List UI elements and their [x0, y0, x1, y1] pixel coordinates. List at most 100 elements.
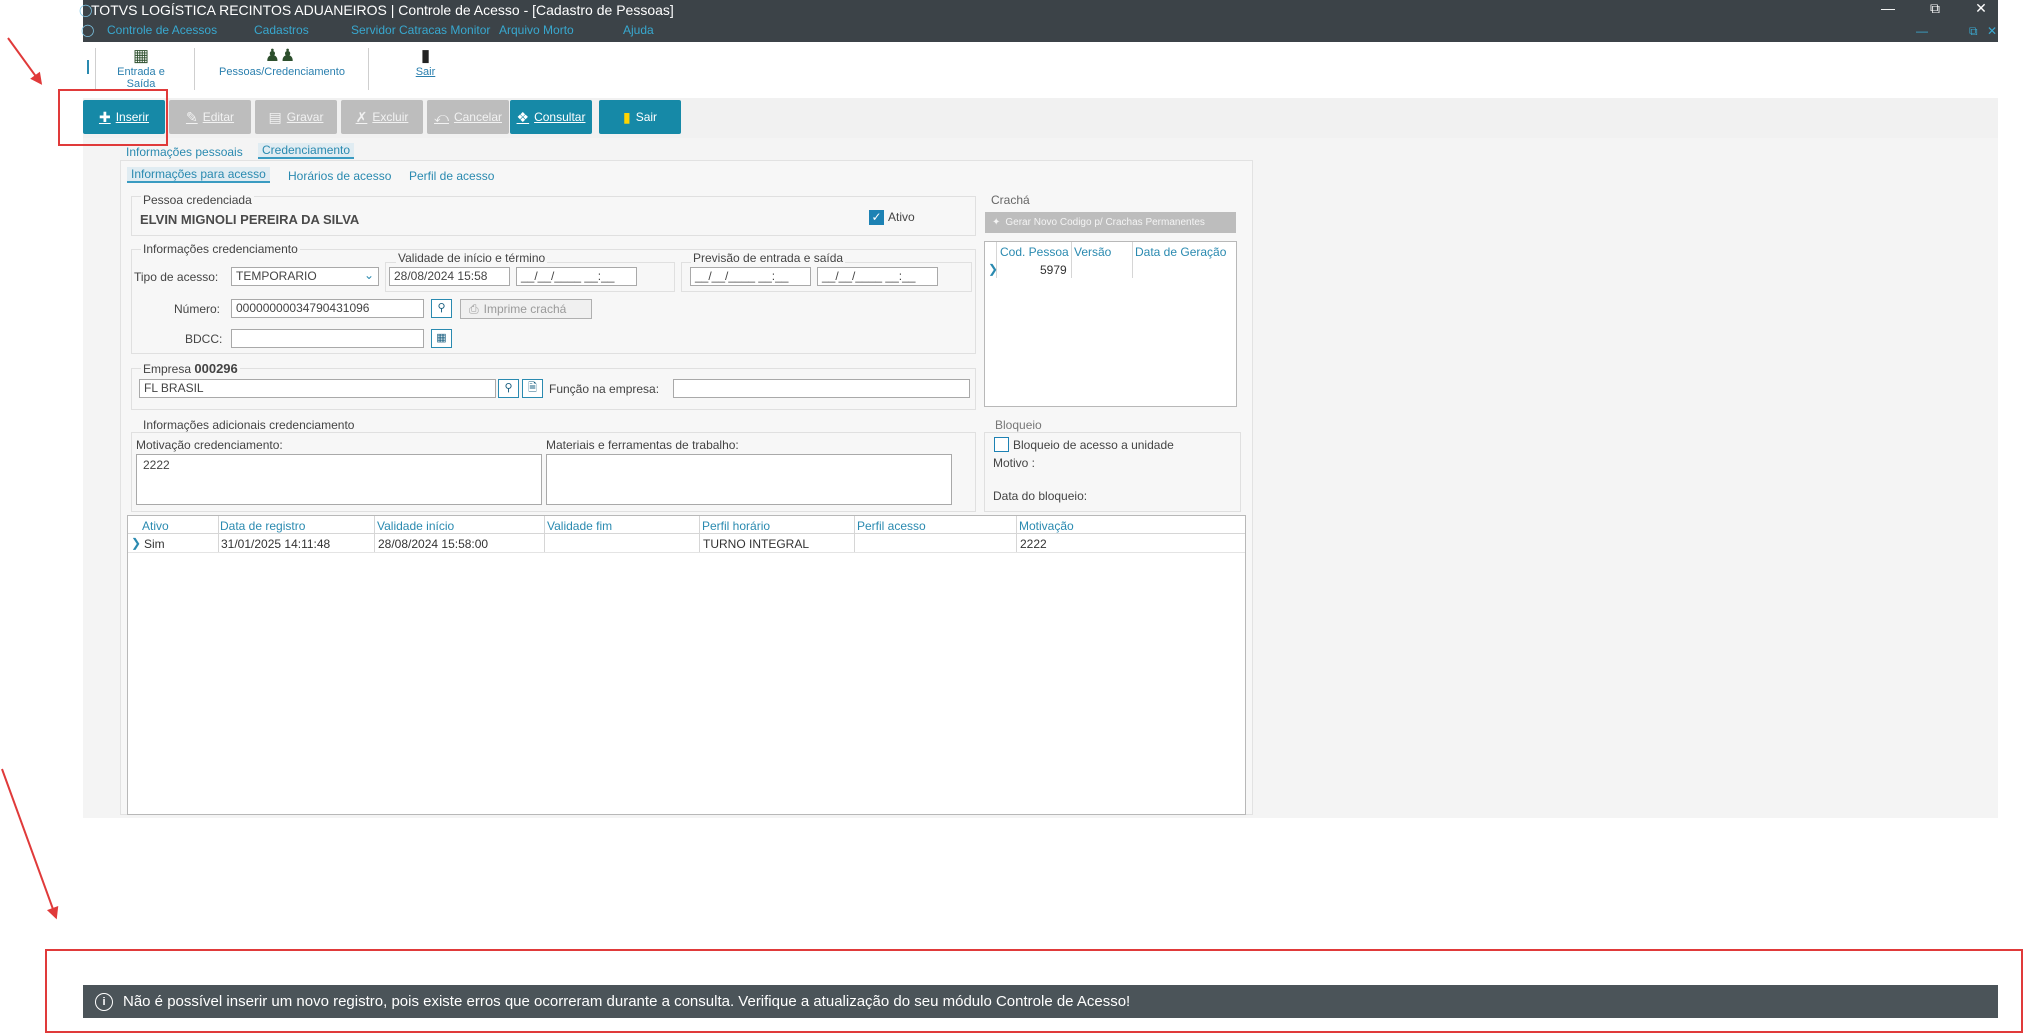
cancelar-button[interactable]: ⤺ Cancelar: [427, 100, 509, 134]
numero-input[interactable]: 00000000034790431096: [231, 299, 424, 318]
previsao-label: Previsão de entrada e saída: [691, 251, 846, 265]
menu-cadastros[interactable]: Cadastros: [254, 23, 309, 37]
tab-credenciamento[interactable]: Credenciamento: [258, 143, 355, 159]
validade-inicio-input[interactable]: 28/08/2024 15:58: [389, 267, 510, 286]
sair-button[interactable]: ▮ Sair: [599, 100, 681, 134]
historico-row-data-registro[interactable]: 31/01/2025 14:11:48: [221, 537, 330, 551]
empresa-nome-input[interactable]: FL BRASIL: [139, 379, 496, 398]
grid-divider: [854, 516, 855, 552]
cracha-grid: [984, 241, 1237, 407]
minimize-icon[interactable]: —: [1868, 0, 1908, 16]
action-bar: ✚ Inserir ✎ Editar ▤ Gravar ✗ Excluir ⤺ Cance…: [83, 98, 1998, 138]
imprime-cracha-button[interactable]: ⎙ Imprime crachá: [460, 299, 592, 319]
menu-controle-acessos[interactable]: Controle de Acessos: [107, 23, 217, 37]
menu-servidor-catracas[interactable]: Servidor Catracas Monitor: [351, 23, 490, 37]
editar-button[interactable]: ✎ Editar: [169, 100, 251, 134]
cracha-col-data: Data de Geração: [1135, 245, 1227, 259]
bdcc-input[interactable]: [231, 329, 424, 348]
consultar-button[interactable]: ❖ Consultar: [510, 100, 592, 134]
tipo-acesso-select[interactable]: TEMPORARIO ⌄: [231, 267, 379, 286]
grid-divider: [218, 516, 219, 552]
bloqueio-checkbox[interactable]: [994, 437, 1009, 452]
annotation-box-inserir: [58, 89, 168, 146]
excluir-label: Excluir: [372, 110, 409, 124]
empresa-search-icon[interactable]: ⚲: [498, 379, 519, 398]
gerar-codigo-label: Gerar Novo Codigo p/ Crachas Permanentes: [1005, 217, 1205, 228]
cracha-cod-pessoa[interactable]: 5979: [1040, 263, 1067, 277]
tab-informacoes-acesso[interactable]: Informações para acesso: [127, 167, 270, 183]
bloqueio-checkbox-label: Bloqueio de acesso a unidade: [1013, 438, 1174, 452]
sair-label: Sair: [635, 110, 658, 124]
menu-arquivo-morto[interactable]: Arquivo Morto: [499, 23, 574, 37]
annotation-box-notification: [45, 949, 2023, 1033]
pessoa-nome: ELVIN MIGNOLI PEREIRA DA SILVA: [140, 212, 360, 227]
motivacao-label: Motivação credenciamento:: [136, 438, 283, 452]
annotation-arrow-icon: [7, 37, 42, 84]
bdcc-label: BDCC:: [185, 332, 223, 346]
pessoas-credenciamento-button[interactable]: ♟♟ Pessoas/Credenciamento: [219, 46, 345, 78]
entrada-saida-button[interactable]: ▦ Entrada e Saída: [109, 46, 173, 90]
previsao-entrada-input[interactable]: __/__/____ __:__: [690, 267, 811, 286]
numero-label: Número:: [174, 302, 221, 316]
toolbar-separator: [95, 48, 96, 90]
imprime-cracha-label: Imprime crachá: [483, 302, 567, 316]
historico-col-validade-inicio: Validade início: [377, 519, 455, 533]
consultar-label: Consultar: [534, 110, 586, 124]
tab-informacoes-pessoais[interactable]: Informações pessoais: [126, 145, 243, 159]
person-icon: ◯: [81, 23, 95, 37]
numero-search-icon[interactable]: ⚲: [431, 299, 452, 318]
grid-divider: [544, 516, 545, 552]
excluir-button[interactable]: ✗ Excluir: [341, 100, 423, 134]
funcao-label: Função na empresa:: [549, 382, 660, 396]
historico-col-validade-fim: Validade fim: [547, 519, 613, 533]
search-icon: ❖: [516, 108, 530, 125]
chevron-down-icon: ⌄: [363, 268, 374, 282]
ativo-checkbox[interactable]: ✓: [869, 210, 884, 225]
tab-horarios-acesso[interactable]: Horários de acesso: [288, 169, 391, 183]
cancelar-label: Cancelar: [453, 110, 502, 124]
historico-col-ativo: Ativo: [142, 519, 169, 533]
tipo-acesso-value: TEMPORARIO: [236, 269, 317, 283]
tab-perfil-acesso[interactable]: Perfil de acesso: [409, 169, 494, 183]
historico-row-perfil-horario[interactable]: TURNO INTEGRAL: [703, 537, 809, 551]
restore-icon[interactable]: ⧉: [1915, 0, 1955, 17]
bdcc-lookup-icon[interactable]: ▦: [431, 329, 452, 348]
ativo-label: Ativo: [888, 210, 915, 224]
mdi-minimize-icon[interactable]: —: [1916, 24, 1928, 38]
empresa-new-icon[interactable]: 🗎: [522, 379, 543, 398]
gravar-button[interactable]: ▤ Gravar: [255, 100, 337, 134]
toolbar-sair-label: Sair: [415, 66, 436, 78]
grid-divider: [1132, 242, 1133, 278]
historico-row-ativo[interactable]: Sim: [144, 537, 165, 551]
mdi-close-icon[interactable]: ✕: [1987, 24, 1997, 38]
close-icon[interactable]: ✕: [1961, 0, 2001, 17]
cancel-icon: ⤺: [434, 108, 449, 125]
menu-ajuda[interactable]: Ajuda: [623, 23, 654, 37]
gravar-label: Gravar: [286, 110, 324, 124]
validade-fim-input[interactable]: __/__/____ __:__: [516, 267, 637, 286]
exit-icon: ▮: [622, 108, 631, 125]
traffic-light-icon: ▦: [132, 46, 150, 65]
pessoa-label: Pessoa credenciada: [141, 193, 254, 207]
row-indicator-icon: ❯: [988, 262, 999, 276]
grid-row-divider: [128, 552, 1245, 553]
historico-col-data-registro: Data de registro: [220, 519, 306, 533]
gerar-codigo-button[interactable]: ✦ Gerar Novo Codigo p/ Crachas Permanente…: [985, 212, 1236, 233]
exit-door-icon: ▮: [420, 46, 431, 65]
tipo-acesso-label: Tipo de acesso:: [134, 270, 219, 284]
mdi-restore-icon[interactable]: ⧉: [1969, 24, 1978, 39]
materiais-textarea[interactable]: [546, 454, 952, 505]
adicionais-label: Informações adicionais credenciamento: [141, 418, 357, 432]
annotation-arrow-icon: [1, 768, 57, 918]
historico-row-motivacao[interactable]: 2222: [1020, 537, 1047, 551]
empresa-label: Empresa 000296: [141, 361, 240, 376]
toolbar-separator: [368, 48, 369, 90]
historico-col-motivacao: Motivação: [1019, 519, 1074, 533]
previsao-saida-input[interactable]: __/__/____ __:__: [817, 267, 938, 286]
funcao-input[interactable]: [673, 379, 970, 398]
grid-divider: [374, 516, 375, 552]
toolbar-sair-button[interactable]: ▮ Sair: [403, 46, 448, 78]
motivacao-textarea[interactable]: 2222: [136, 454, 542, 505]
delete-icon: ✗: [355, 108, 368, 125]
historico-row-validade-inicio[interactable]: 28/08/2024 15:58:00: [378, 537, 488, 551]
